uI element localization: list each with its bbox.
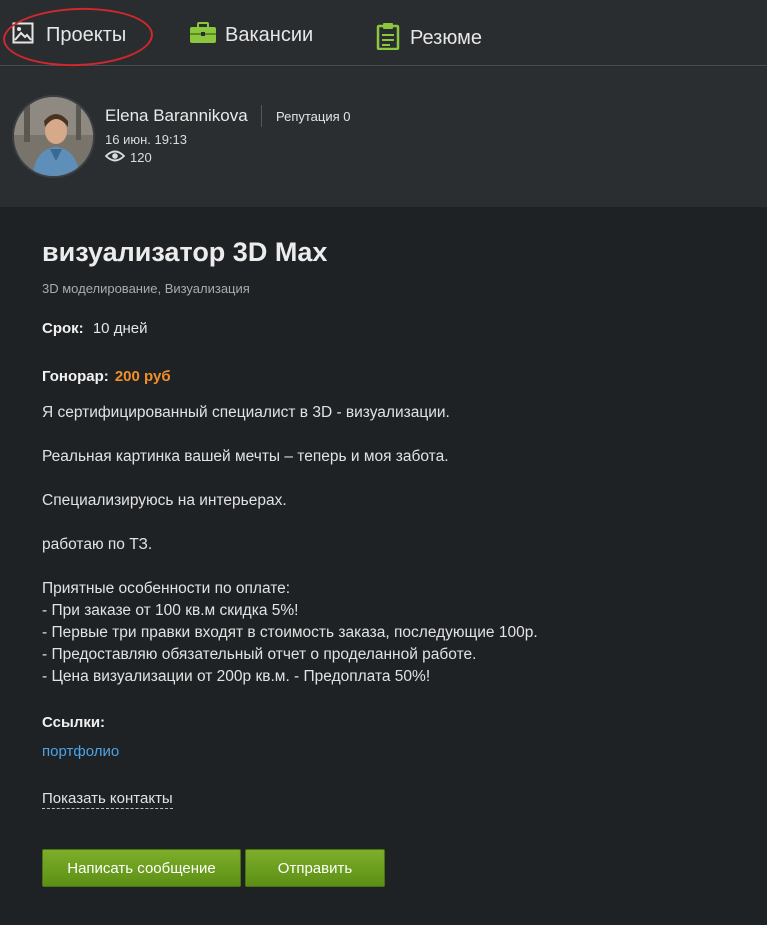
briefcase-icon: [189, 22, 217, 49]
description-line: работаю по ТЗ.: [42, 536, 153, 553]
show-contacts-link[interactable]: Показать контакты: [42, 790, 173, 809]
views-counter: 120: [104, 150, 152, 165]
clipboard-icon: [376, 22, 400, 55]
project-content: визуализатор 3D Max 3D моделирование, Ви…: [0, 207, 767, 925]
description-line: - Первые три правки входят в стоимость з…: [42, 624, 538, 641]
portfolio-link[interactable]: портфолио: [42, 743, 119, 760]
description-line: - При заказе от 100 кв.м скидка 5%!: [42, 602, 299, 619]
description-line: Я сертифицированный специалист в 3D - ви…: [42, 404, 450, 421]
term-value: 10 дней: [92, 320, 148, 337]
image-icon: [12, 22, 34, 49]
send-button[interactable]: Отправить: [245, 849, 385, 887]
avatar[interactable]: [12, 95, 95, 178]
fee-row: Гонорар: 200 руб: [42, 368, 171, 385]
description-line: Приятные особенности по оплате:: [42, 580, 291, 597]
views-count: 120: [130, 150, 152, 165]
fee-value: 200 руб: [114, 368, 171, 385]
top-navigation: Проекты Вакансии Резюме: [0, 0, 767, 69]
project-title: визуализатор 3D Max: [42, 237, 328, 267]
description-line: Специализируюсь на интерьерах.: [42, 492, 287, 509]
nav-tab-resume-label: Резюме: [410, 27, 482, 49]
project-categories: 3D моделирование, Визуализация: [42, 281, 250, 296]
eye-icon: [104, 150, 126, 165]
fee-label: Гонорар:: [42, 368, 109, 385]
author-header: Elena Barannikova Репутация 0 16 июн. 19…: [0, 67, 767, 207]
reputation-label: Репутация 0: [276, 109, 351, 124]
nav-tab-projects-label: Проекты: [46, 24, 127, 46]
write-message-button[interactable]: Написать сообщение: [42, 849, 241, 887]
links-label: Ссылки:: [42, 714, 106, 731]
description-line: - Предоставляю обязательный отчет о прод…: [42, 646, 477, 663]
description-line: - Цена визуализации от 200р кв.м. - Пред…: [42, 668, 431, 685]
term-label: Срок:: [42, 320, 84, 337]
nav-tab-vacancies-label: Вакансии: [225, 24, 314, 46]
description-line: Реальная картинка вашей мечты – теперь и…: [42, 448, 449, 465]
divider: [261, 105, 262, 127]
nav-tab-resume[interactable]: Резюме: [376, 22, 482, 55]
term-row: Срок: 10 дней: [42, 320, 147, 337]
post-date: 16 июн. 19:13: [105, 132, 188, 147]
nav-tab-vacancies[interactable]: Вакансии: [189, 22, 313, 49]
nav-tab-projects[interactable]: Проекты: [12, 22, 126, 49]
author-name[interactable]: Elena Barannikova: [105, 106, 248, 126]
